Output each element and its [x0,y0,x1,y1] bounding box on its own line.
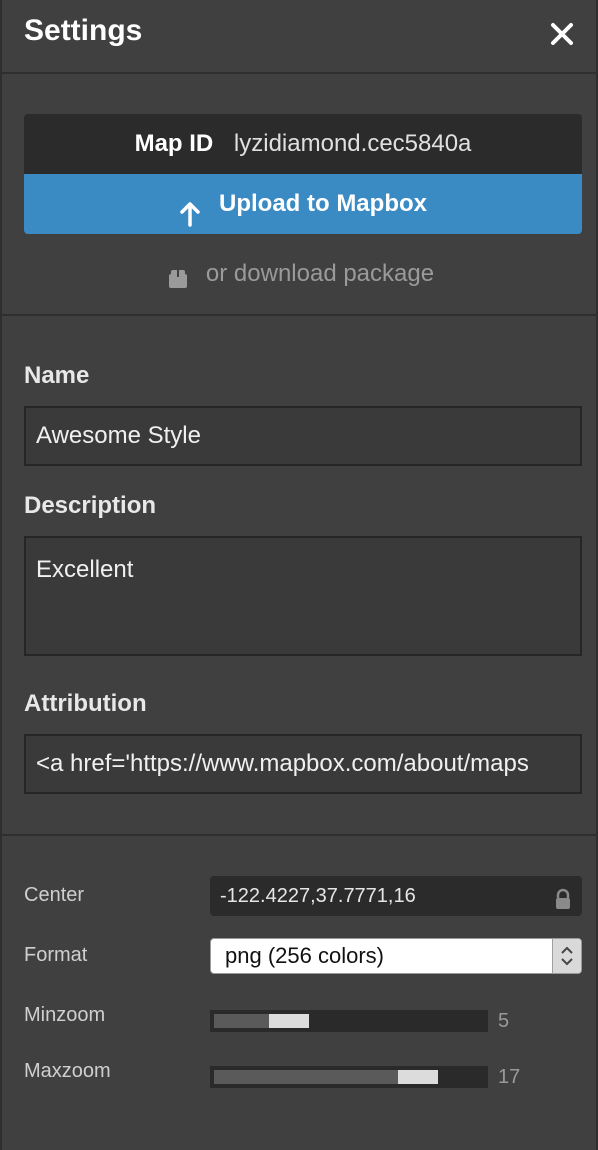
maxzoom-slider[interactable] [210,1066,488,1088]
lock-icon[interactable] [554,884,572,909]
format-value: png (256 colors) [225,943,384,968]
map-id-value: lyzidiamond.cec5840a [233,130,472,157]
center-label: Center [24,884,85,906]
settings-header: Settings [2,0,598,74]
upload-to-mapbox-button[interactable]: Upload to Mapbox [24,174,582,234]
download-label: or download package [205,260,435,287]
page-title: Settings [24,14,143,47]
minzoom-slider-handle[interactable] [269,1014,309,1028]
map-id-label: Map ID [134,130,214,157]
maxzoom-value: 17 [498,1066,521,1088]
center-value: -122.4227,37.7771,16 [220,885,416,907]
settings-panel: Settings Map ID lyzidiamond.cec5840a Upl… [0,0,598,1150]
upload-label: Upload to Mapbox [219,190,427,217]
attribution-label: Attribution [24,690,147,717]
download-package-link[interactable]: or download package [2,254,598,294]
minzoom-label: Minzoom [24,1004,106,1026]
minzoom-value: 5 [498,1010,510,1032]
arrow-up-icon [179,190,201,227]
maxzoom-label: Maxzoom [24,1060,111,1082]
format-label: Format [24,944,88,966]
close-icon[interactable] [548,20,576,48]
minzoom-slider[interactable] [210,1010,488,1032]
select-arrows-icon [552,939,581,973]
format-select[interactable]: png (256 colors) [210,938,582,974]
maxzoom-slider-handle[interactable] [398,1070,438,1084]
upload-section: Map ID lyzidiamond.cec5840a Upload to Ma… [2,74,598,316]
attribution-field[interactable]: <a href='https://www.mapbox.com/about/ma… [24,734,582,794]
name-label: Name [24,362,90,389]
package-icon [168,262,188,288]
name-field[interactable]: Awesome Style [24,406,582,466]
center-field[interactable]: -122.4227,37.7771,16 [210,876,582,916]
style-info-section: Name Awesome Style Description Excellent… [2,316,598,836]
options-section: Center -122.4227,37.7771,16 Format png (… [2,836,598,1150]
description-field[interactable]: Excellent [24,536,582,656]
map-id-box: Map ID lyzidiamond.cec5840a [24,114,582,174]
description-label: Description [24,492,157,519]
